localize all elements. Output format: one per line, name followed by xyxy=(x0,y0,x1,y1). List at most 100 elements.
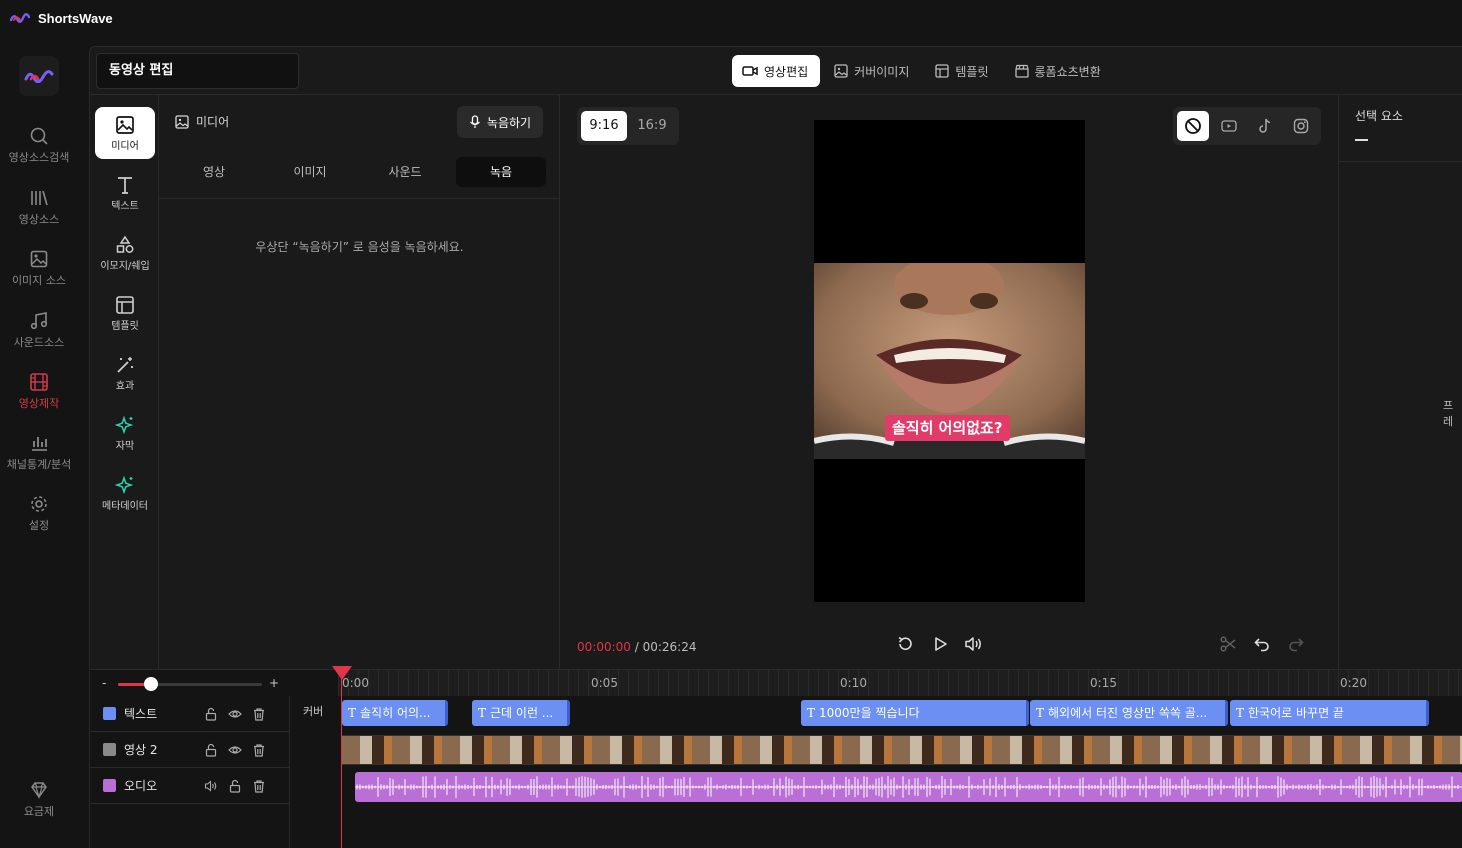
track-header-text: 텍스트 xyxy=(90,696,290,732)
record-button[interactable]: 녹음하기 xyxy=(457,106,543,138)
tab-label: 영상편집 xyxy=(764,64,809,79)
nav-item-channel-stats[interactable]: 채널통계/분석 xyxy=(0,433,78,472)
track-header-audio: 오디오 xyxy=(90,768,290,804)
redo-button[interactable] xyxy=(1287,635,1305,657)
nav-item-label: 요금제 xyxy=(23,805,55,818)
tab-video-edit[interactable]: 영상편집 xyxy=(732,55,821,87)
text-clip-icon: T xyxy=(1236,706,1245,720)
app-title: ShortsWave xyxy=(38,10,113,26)
ratio-9-16-button[interactable]: 9:16 xyxy=(581,111,627,141)
layout-icon xyxy=(935,64,950,78)
volume-button[interactable] xyxy=(964,635,984,657)
tool-column: 미디어 텍스트 이모지/쉐입 템플릿 효과 자막 메타데이터 xyxy=(90,95,159,669)
logo-icon xyxy=(10,13,30,23)
properties-panel: 선택 요소 프레 xyxy=(1338,95,1462,669)
waveform xyxy=(355,776,1462,798)
zoom-slider-handle[interactable] xyxy=(144,677,158,691)
eye-icon[interactable] xyxy=(228,743,242,757)
text-clip-icon: T xyxy=(348,706,357,720)
video-preview-canvas[interactable]: 솔직히 어의없죠? xyxy=(814,120,1085,602)
tool-text[interactable]: 텍스트 xyxy=(95,167,155,219)
zoom-out-button[interactable]: - xyxy=(102,676,106,690)
zoom-in-button[interactable]: + xyxy=(269,676,279,690)
platform-tiktok-button[interactable] xyxy=(1249,111,1281,141)
platform-none-button[interactable] xyxy=(1177,111,1209,141)
tool-effect[interactable]: 효과 xyxy=(95,347,155,399)
text-clip[interactable]: T 솔직히 어의... xyxy=(342,700,448,726)
trash-icon[interactable] xyxy=(252,707,266,721)
text-clip-label: 솔직히 어의... xyxy=(360,706,431,720)
subtab-video[interactable]: 영상 xyxy=(169,157,259,187)
left-nav: 영상소스검색 영상소스 이미지 소스 사운드소스 영상제작 채널통계/분석 설정 xyxy=(0,46,88,848)
playhead-line[interactable] xyxy=(341,666,342,848)
subtab-image[interactable]: 이미지 xyxy=(265,157,355,187)
text-clip[interactable]: T 근데 이런 ... xyxy=(472,700,570,726)
tool-subtitle[interactable]: 자막 xyxy=(95,407,155,459)
nav-item-video-production[interactable]: 영상제작 xyxy=(0,372,78,411)
layout-icon xyxy=(116,296,134,314)
scissors-icon xyxy=(1220,636,1236,652)
zoom-slider-track[interactable] xyxy=(152,683,262,686)
nav-item-video-source[interactable]: 영상소스 xyxy=(0,188,78,227)
text-icon xyxy=(118,177,132,194)
text-clip-label: 해외에서 터진 영상만 쏙쏙 골... xyxy=(1048,706,1208,720)
video-clip-thumbnails[interactable] xyxy=(341,735,1462,765)
cover-track-label[interactable]: 커버 xyxy=(303,703,323,719)
timeline-lanes[interactable]: T 솔직히 어의... T 근데 이런 ... T 1000만을 찍습니다 T 해외에서… xyxy=(338,696,1462,848)
tool-metadata[interactable]: 메타데이터 xyxy=(95,467,155,519)
play-icon xyxy=(935,637,947,651)
unlock-icon[interactable] xyxy=(204,707,218,721)
audio-clip-waveform[interactable] xyxy=(355,772,1462,802)
text-clip[interactable]: T 1000만을 찍습니다 xyxy=(801,700,1029,726)
bar-chart-icon xyxy=(32,437,47,451)
tab-template[interactable]: 템플릿 xyxy=(925,55,1000,87)
platform-youtube-button[interactable] xyxy=(1213,111,1245,141)
trash-icon[interactable] xyxy=(252,743,266,757)
track-color-swatch xyxy=(103,779,116,792)
tab-cover-image[interactable]: 커버이미지 xyxy=(824,55,921,87)
tab-longform-convert[interactable]: 롱폼쇼츠변환 xyxy=(1005,55,1113,87)
undo-button[interactable] xyxy=(1253,635,1271,657)
volume-icon[interactable] xyxy=(204,779,218,793)
nav-item-sound-source[interactable]: 사운드소스 xyxy=(0,311,78,350)
tab-label: 커버이미지 xyxy=(854,64,910,79)
nav-item-video-search[interactable]: 영상소스검색 xyxy=(0,126,78,165)
nav-item-settings[interactable]: 설정 xyxy=(0,494,78,533)
nav-item-label: 영상제작 xyxy=(18,397,60,410)
playback-time: 00:00:00 / 00:26:24 xyxy=(577,640,696,654)
subtitle-overlay[interactable]: 솔직히 어의없죠? xyxy=(885,415,1010,441)
tool-emoji-shape[interactable]: 이모지/쉐입 xyxy=(95,227,155,279)
unlock-icon[interactable] xyxy=(204,743,218,757)
nav-item-image-source[interactable]: 이미지 소스 xyxy=(0,249,78,288)
text-clip-label: 한국어로 바꾸면 끝 xyxy=(1248,706,1344,720)
image-icon xyxy=(30,250,48,268)
current-time: 00:00:00 xyxy=(577,640,631,654)
subtab-recording[interactable]: 녹음 xyxy=(456,157,546,187)
tool-media[interactable]: 미디어 xyxy=(95,107,155,159)
trash-icon[interactable] xyxy=(252,779,266,793)
diamond-icon xyxy=(31,782,47,800)
media-panel-title: 미디어 xyxy=(196,115,230,129)
text-clip-icon: T xyxy=(807,706,816,720)
subtab-sound[interactable]: 사운드 xyxy=(360,157,450,187)
ratio-16-9-button[interactable]: 16:9 xyxy=(629,111,675,141)
microphone-icon xyxy=(469,115,480,128)
nav-logo-icon[interactable] xyxy=(19,56,59,96)
platform-instagram-button[interactable] xyxy=(1285,111,1317,141)
playhead-handle[interactable] xyxy=(332,666,352,680)
text-clip[interactable]: T 한국어로 바꾸면 끝 xyxy=(1230,700,1429,726)
eye-icon[interactable] xyxy=(228,707,242,721)
gear-icon xyxy=(31,496,47,512)
tool-label: 텍스트 xyxy=(111,201,139,212)
text-clip[interactable]: T 해외에서 터진 영상만 쏙쏙 골... xyxy=(1030,700,1228,726)
project-name-field[interactable]: 동영상 편집 xyxy=(96,53,299,89)
tool-label: 자막 xyxy=(115,441,135,452)
nav-item-pricing[interactable]: 요금제 xyxy=(0,780,78,819)
unlock-icon[interactable] xyxy=(228,779,242,793)
restart-button[interactable] xyxy=(896,635,914,657)
time-ruler[interactable]: 0:00 0:05 0:10 0:15 0:20 xyxy=(338,670,1462,696)
split-button[interactable] xyxy=(1219,635,1237,657)
play-button[interactable] xyxy=(931,635,949,657)
properties-empty-dash xyxy=(1355,139,1368,141)
tool-template[interactable]: 템플릿 xyxy=(95,287,155,339)
